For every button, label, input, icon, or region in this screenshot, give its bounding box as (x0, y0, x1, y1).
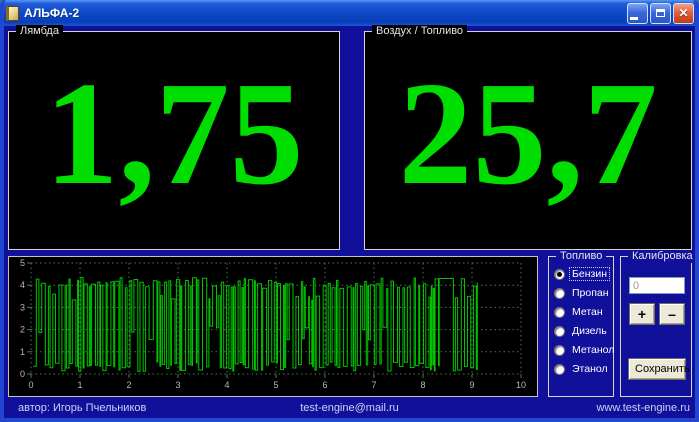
signal-chart-svg: 0 1 2 3 4 5 6 7 8 9 10 0 1 2 3 4 5 (20, 258, 526, 390)
radio-selected-icon[interactable] (554, 268, 565, 280)
titlebar[interactable]: АЛЬФА-2 ✕ (4, 0, 695, 26)
fuel-groupbox: Топливо Бензин Пропан Метан Дизель Метанол Эт… (548, 250, 614, 397)
svg-text:1: 1 (20, 347, 25, 357)
client-area: Лямбда 1,75 Воздух / Топливо 25,7 0 1 2 3 4 5… (4, 25, 695, 418)
svg-text:0: 0 (28, 380, 33, 390)
svg-text:7: 7 (371, 380, 376, 390)
svg-text:1: 1 (77, 380, 82, 390)
maximize-icon (656, 9, 665, 17)
svg-text:5: 5 (273, 380, 278, 390)
air-fuel-panel-label: Воздух / Топливо (372, 25, 468, 38)
fuel-radio-label: Дизель (572, 325, 607, 337)
air-fuel-value: 25,7 (398, 51, 658, 216)
radio-icon[interactable] (554, 287, 565, 299)
app-icon (6, 5, 19, 21)
svg-text:6: 6 (322, 380, 327, 390)
air-fuel-panel: Воздух / Топливо 25,7 (364, 25, 692, 250)
svg-text:9: 9 (469, 380, 474, 390)
lambda-panel-label: Лямбда (16, 25, 63, 38)
minimize-icon (630, 16, 638, 20)
close-button[interactable]: ✕ (673, 2, 694, 24)
calibration-plus-button[interactable]: + (629, 303, 655, 325)
fuel-radio-label: Метан (572, 306, 603, 318)
fuel-radio-5[interactable]: Метанол (554, 344, 614, 356)
svg-text:0: 0 (20, 369, 25, 379)
calibration-input[interactable] (629, 277, 685, 294)
svg-text:8: 8 (420, 380, 425, 390)
app-window: АЛЬФА-2 ✕ Лямбда 1,75 Воздух / Топливо 2… (0, 0, 699, 422)
fuel-radio-4[interactable]: Дизель (554, 325, 611, 337)
svg-text:3: 3 (175, 380, 180, 390)
calibration-groupbox: Калибровка + – Сохранить (620, 250, 695, 397)
footer-email: test-engine@mail.ru (300, 402, 399, 414)
minimize-button[interactable] (627, 2, 648, 24)
svg-text:5: 5 (20, 258, 25, 268)
svg-text:3: 3 (20, 302, 25, 312)
signal-chart: 0 1 2 3 4 5 6 7 8 9 10 0 1 2 3 4 5 (8, 256, 538, 397)
fuel-radio-label: Метанол (572, 344, 615, 356)
fuel-radio-label: Пропан (572, 287, 609, 299)
svg-text:2: 2 (20, 325, 25, 335)
fuel-radio-6[interactable]: Этанол (554, 363, 611, 375)
window-title: АЛЬФА-2 (24, 6, 80, 20)
footer-website: www.test-engine.ru (596, 402, 690, 414)
radio-icon[interactable] (554, 363, 565, 375)
fuel-groupbox-label: Топливо (556, 250, 607, 263)
calibration-groupbox-label: Калибровка (628, 250, 695, 263)
svg-text:2: 2 (126, 380, 131, 390)
calibration-minus-button[interactable]: – (659, 303, 685, 325)
fuel-radio-label: Бензин (569, 267, 611, 281)
fuel-radio-1[interactable]: Бензин (554, 267, 611, 281)
svg-text:4: 4 (20, 280, 25, 290)
svg-text:4: 4 (224, 380, 229, 390)
svg-text:10: 10 (516, 380, 526, 390)
fuel-radio-2[interactable]: Пропан (554, 287, 611, 299)
lambda-value: 1,75 (44, 51, 304, 216)
lambda-panel: Лямбда 1,75 (8, 25, 340, 250)
radio-icon[interactable] (554, 306, 565, 318)
save-button[interactable]: Сохранить (628, 358, 690, 380)
fuel-radio-label: Этанол (572, 363, 608, 375)
window-controls: ✕ (627, 2, 694, 24)
radio-icon[interactable] (554, 344, 565, 356)
radio-icon[interactable] (554, 325, 565, 337)
maximize-button[interactable] (650, 2, 671, 24)
fuel-radio-list: Бензин Пропан Метан Дизель Метанол Этанол (554, 267, 614, 375)
fuel-radio-3[interactable]: Метан (554, 306, 611, 318)
